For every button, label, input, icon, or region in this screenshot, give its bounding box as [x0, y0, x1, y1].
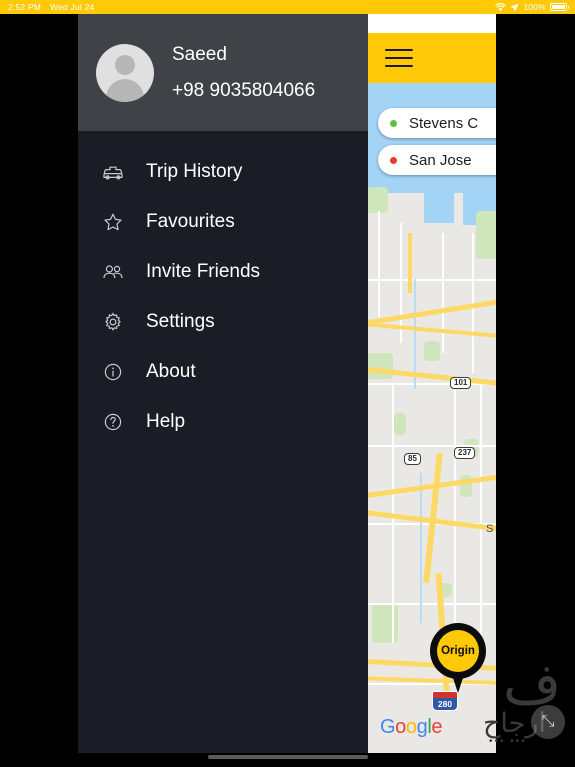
map-street [378, 211, 380, 321]
drawer-profile-header[interactable]: Saeed +98 9035804066 [78, 14, 368, 131]
sidebar-item-settings[interactable]: Settings [78, 297, 368, 347]
sidebar-item-label: Help [146, 411, 186, 432]
map-toolbar [368, 33, 496, 83]
map-canvas[interactable]: 101 237 85 280 S Origin Google [368, 83, 496, 753]
map-park [368, 353, 393, 379]
origin-map-pin[interactable]: Origin [430, 623, 486, 695]
map-road [368, 321, 496, 341]
user-name: Saeed [172, 43, 227, 65]
resize-cursor-glyph: ⤡ [541, 713, 555, 730]
info-circle-icon [100, 359, 126, 385]
map-street [480, 383, 482, 663]
location-arrow-icon [510, 3, 520, 12]
map-water-bay [368, 83, 496, 193]
map-water-channel [424, 183, 454, 223]
sidebar-item-trip-history[interactable]: Trip History [78, 147, 368, 197]
map-street [442, 233, 444, 353]
drawer-menu-list: Trip History Favourites Invite Friends S… [78, 131, 368, 447]
question-circle-icon [100, 409, 126, 435]
google-logo: Google [380, 716, 443, 738]
status-bar-time: 2:52 PM [8, 2, 42, 12]
map-panel[interactable]: 101 237 85 280 S Origin Google Stevens C… [368, 14, 496, 753]
destination-location-chip[interactable]: San Jose [378, 145, 496, 175]
sidebar-item-label: Favourites [146, 211, 235, 232]
user-phone: +98 9035804066 [172, 79, 316, 101]
wifi-icon [495, 2, 507, 12]
sidebar-item-invite-friends[interactable]: Invite Friends [78, 247, 368, 297]
sidebar-item-favourites[interactable]: Favourites [78, 197, 368, 247]
map-street [368, 603, 496, 605]
resize-cursor[interactable]: ⤡ [531, 705, 565, 739]
map-street [368, 445, 496, 447]
destination-chip-label: San Jose [409, 151, 472, 169]
map-park [476, 211, 496, 259]
star-icon [100, 209, 126, 235]
map-creek [420, 473, 422, 623]
sidebar-item-help[interactable]: Help [78, 397, 368, 447]
avatar-placeholder-icon[interactable] [96, 43, 154, 102]
sidebar-item-label: About [146, 361, 196, 382]
navigation-drawer[interactable]: Saeed +98 9035804066 Trip History Favour… [78, 14, 368, 753]
origin-chip-label: Stevens C [409, 114, 479, 132]
map-park [394, 413, 406, 435]
drawer-scrim[interactable] [0, 14, 78, 753]
sidebar-item-label: Trip History [146, 161, 243, 182]
sidebar-item-label: Settings [146, 311, 215, 332]
map-highway-101 [368, 296, 496, 327]
people-icon [100, 259, 126, 285]
gear-icon [100, 309, 126, 335]
device-status-bar: 2:52 PM Wed Jul 24 100% [0, 0, 575, 14]
map-shield-101: 101 [450, 377, 472, 389]
sidebar-item-about[interactable]: About [78, 347, 368, 397]
map-street-label: S [486, 523, 494, 535]
map-street [368, 279, 496, 281]
map-shield-85: 85 [404, 453, 421, 465]
map-park [424, 341, 440, 361]
home-indicator[interactable] [207, 755, 368, 759]
map-road [408, 233, 412, 293]
app-root: 101 237 85 280 S Origin Google Stevens C… [0, 14, 575, 767]
battery-full-icon [550, 3, 569, 11]
status-bar-date: Wed Jul 24 [50, 2, 95, 12]
pin-label: Origin [437, 630, 479, 672]
sidebar-item-label: Invite Friends [146, 261, 261, 282]
battery-percent-label: 100% [523, 2, 546, 12]
app-inner-statusbar [368, 14, 496, 33]
origin-location-chip[interactable]: Stevens C [378, 108, 496, 138]
origin-dot [390, 119, 397, 127]
destination-dot [390, 156, 397, 164]
taxi-icon [100, 159, 126, 185]
map-shield-237: 237 [454, 447, 476, 459]
map-park [368, 187, 388, 213]
user-info: Saeed +98 9035804066 [172, 44, 315, 102]
hamburger-menu-icon[interactable] [385, 49, 413, 67]
map-park [372, 603, 398, 643]
